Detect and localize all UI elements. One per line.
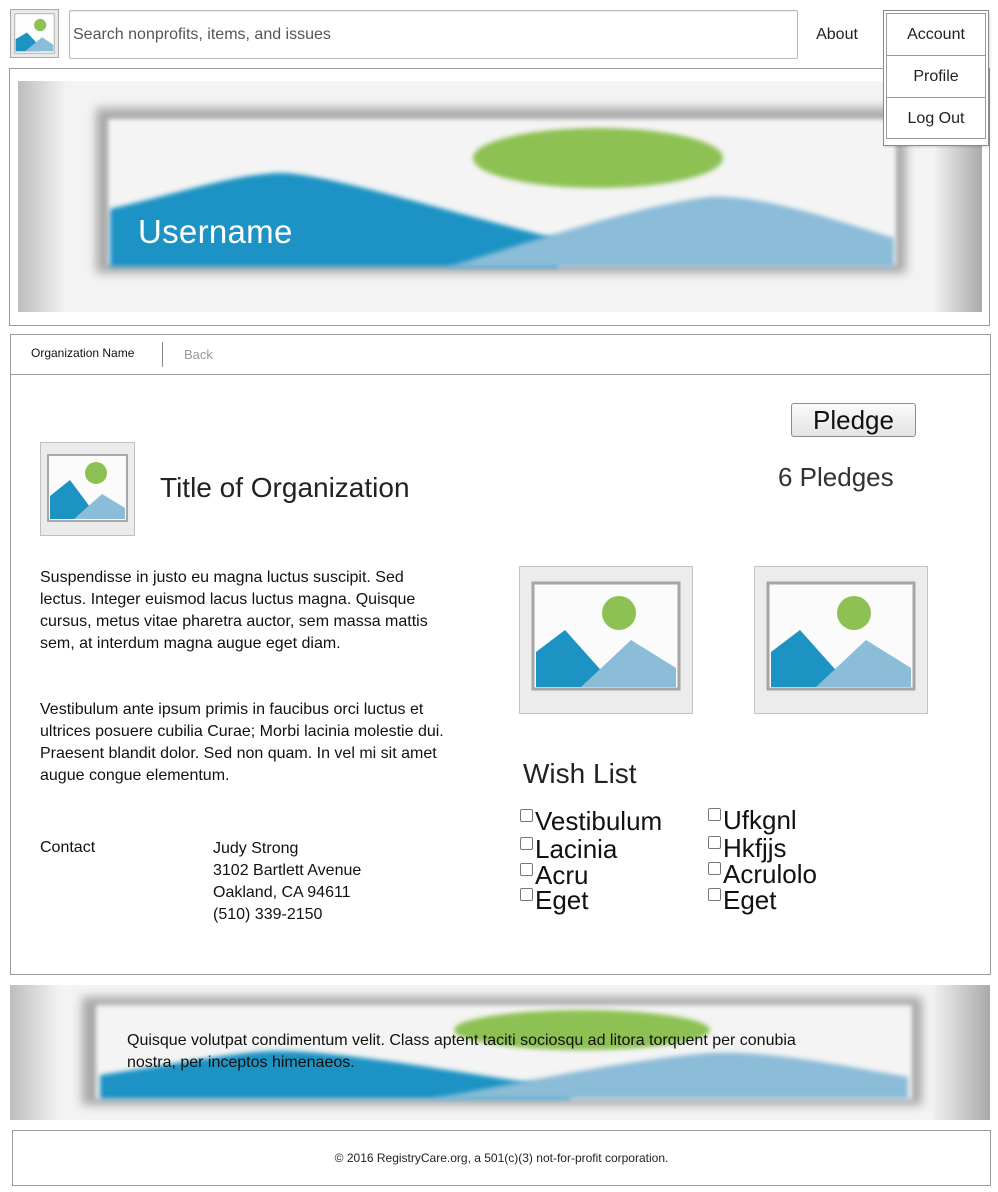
wish-item-label: Eget [723,885,777,915]
wish-checkbox[interactable] [520,863,533,876]
wish-list-title: Wish List [523,758,637,789]
menu-item-profile[interactable]: Profile [886,55,986,97]
footer: © 2016 RegistryCare.org, a 501(c)(3) not… [12,1130,991,1186]
wish-checkbox[interactable] [708,888,721,901]
contact-street: 3102 Bartlett Avenue [213,862,362,879]
wish-item-label: Ufkgnl [723,805,797,835]
about-link[interactable]: About [803,10,871,59]
search-input[interactable] [69,10,798,59]
menu-item-account[interactable]: Account [886,13,986,55]
contact-name: Judy Strong [213,840,299,857]
organization-title: Title of Organization [160,472,410,503]
contact-phone: (510) 339-2150 [213,906,323,923]
wish-list-item[interactable]: Eget [520,887,589,913]
wish-item-label: Eget [535,885,589,915]
wish-checkbox[interactable] [520,888,533,901]
organization-photo [519,566,693,714]
wish-list-item[interactable]: Vestibulum [520,808,662,834]
site-logo-icon[interactable] [10,9,59,58]
wish-checkbox[interactable] [708,808,721,821]
wish-list-item[interactable]: Lacinia [520,836,617,862]
organization-logo-icon [40,442,135,536]
wish-checkbox[interactable] [708,862,721,875]
copyright-text: © 2016 RegistryCare.org, a 501(c)(3) not… [334,1151,669,1165]
tab-bar: Organization Name Back [11,335,990,375]
wish-item-label: Vestibulum [535,806,663,836]
description-paragraph: Suspendisse in justo eu magna luctus sus… [40,569,428,652]
tab-divider [162,342,163,367]
pledge-button[interactable]: Pledge [791,403,916,437]
banner-image [18,81,982,312]
wish-checkbox[interactable] [520,809,533,822]
wish-list-item[interactable]: Ufkgnl [708,807,797,833]
organization-photo [754,566,928,714]
wish-checkbox[interactable] [708,836,721,849]
description-paragraph: Vestibulum ante ipsum primis in faucibus… [40,701,444,784]
pledge-count: 6 Pledges [778,462,894,492]
account-menu: Account Profile Log Out [883,10,989,146]
wish-list-item[interactable]: Acrulolo [708,861,817,887]
tab-back[interactable]: Back [184,347,213,362]
wish-list-item[interactable]: Eget [708,887,777,913]
footer-banner-text: Quisque volutpat condimentum velit. Clas… [127,1032,796,1071]
banner-username: Username [138,213,293,250]
tab-organization-name[interactable]: Organization Name [31,346,134,360]
menu-item-log-out[interactable]: Log Out [886,97,986,139]
contact-city: Oakland, CA 94611 [213,884,351,901]
wish-checkbox[interactable] [520,837,533,850]
contact-label: Contact [40,839,96,856]
wish-list-item[interactable]: Hkfjjs [708,835,787,861]
